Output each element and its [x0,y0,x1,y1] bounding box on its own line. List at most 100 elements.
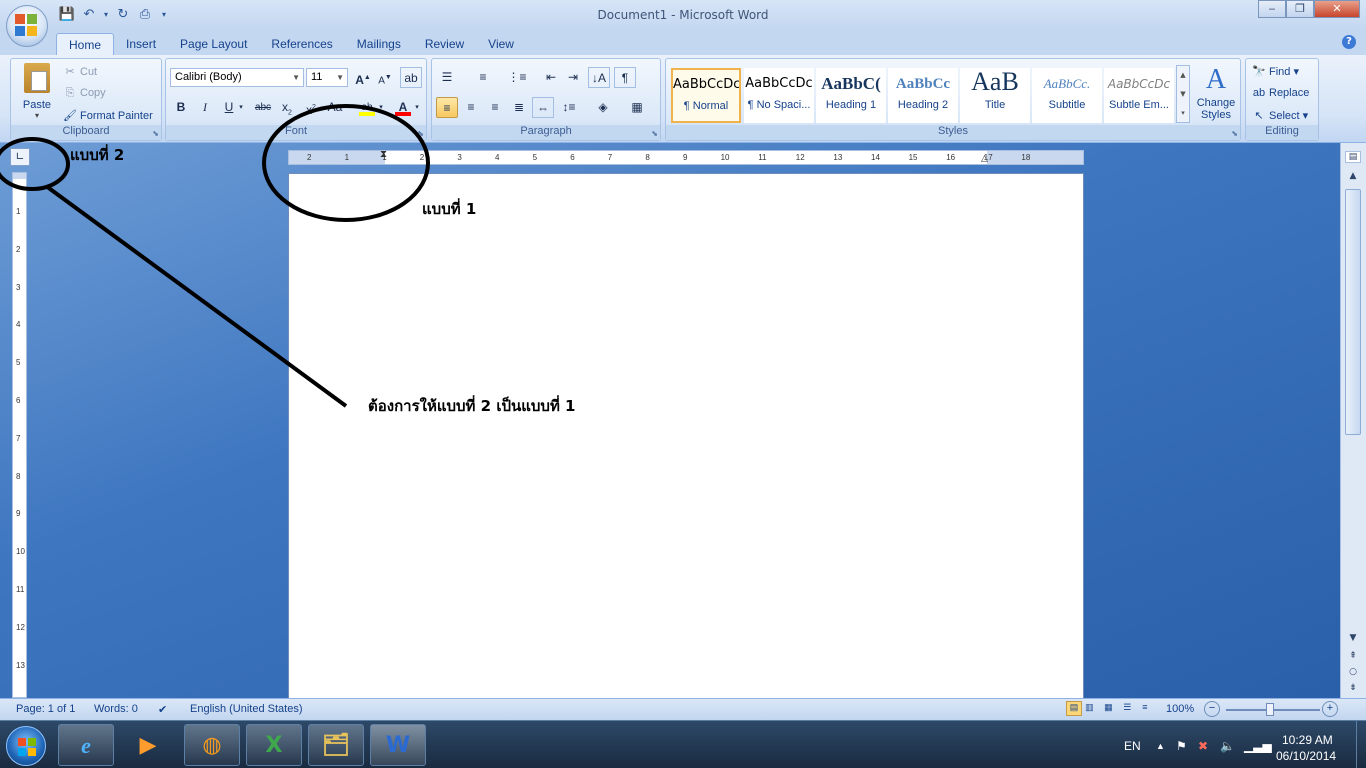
grow-font-button[interactable]: A▲ [352,67,374,88]
print-layout-icon[interactable]: ▤ [1066,701,1082,716]
align-left-button[interactable]: ≡ [436,97,458,118]
volume-icon[interactable]: 🔈 [1220,739,1235,753]
show-hidden-icons-icon[interactable]: ▲ [1156,741,1165,751]
taskbar-internet-explorer[interactable]: e [58,724,114,766]
styles-launcher-icon[interactable]: ⬊ [1231,129,1238,138]
style-no-spacing[interactable]: AaBbCcDc ¶ No Spaci... [744,68,814,123]
tab-insert[interactable]: Insert [114,33,168,55]
zoom-in-icon[interactable]: + [1322,701,1338,717]
maximize-button[interactable]: ❐ [1286,0,1314,18]
taskbar-media-player[interactable]: ▶ [120,724,176,766]
font-color-button[interactable]: A [392,97,414,118]
tab-references[interactable]: References [259,33,344,55]
previous-page-icon[interactable]: ⇞ [1345,651,1361,661]
change-styles-button[interactable]: A Change Styles [1194,63,1238,121]
clipboard-launcher-icon[interactable]: ⬊ [152,129,159,138]
start-button[interactable] [6,726,46,766]
horizontal-ruler[interactable]: 2 1 1 2 3 4 5 6 7 8 9 10 11 12 13 14 15 16 17 18 ⧗ △ [288,149,1084,165]
language-indicator[interactable]: English (United States) [190,703,303,715]
tab-mailings[interactable]: Mailings [345,33,413,55]
right-indent-marker-icon[interactable]: △ [981,154,988,164]
minimize-button[interactable]: ‒ [1258,0,1286,18]
line-spacing-button[interactable]: ↕≡ [558,97,580,118]
numbering-button[interactable]: ≡ [472,67,494,88]
cut-button[interactable]: ✂ Cut [63,65,97,78]
vertical-scrollbar[interactable]: ▤ ▲ ▼ ⇞ ○ ⇟ [1340,143,1366,698]
taskbar-word[interactable]: W [370,724,426,766]
show-hide-button[interactable]: ¶ [614,67,636,88]
replace-button[interactable]: ab Replace [1252,87,1309,99]
signal-icon[interactable]: ▁▃▅ [1244,739,1272,753]
clock-date[interactable]: 06/10/2014 [1276,749,1336,763]
paragraph-launcher-icon[interactable]: ⬊ [651,129,658,138]
word-count[interactable]: Words: 0 [94,703,138,715]
style-heading-1[interactable]: AaBbC(Heading 1 [816,68,886,123]
paste-button[interactable]: Paste ▾ [17,63,57,123]
scroll-up-icon[interactable]: ▲ [1345,171,1361,181]
vertical-ruler[interactable]: 1 2 3 4 5 6 7 8 9 10 11 12 13 [12,172,27,698]
decrease-indent-button[interactable]: ⇤ [540,67,562,88]
strikethrough-button[interactable]: abc [252,97,274,118]
subscript-button[interactable]: x2 [276,97,298,118]
network-error-icon[interactable]: ✖ [1198,739,1208,753]
clear-formatting-button[interactable]: ab [400,67,422,88]
copy-button[interactable]: ⎘ Copy [63,87,106,100]
sort-button[interactable]: ↓A [588,67,610,88]
clock-time[interactable]: 10:29 AM [1282,733,1333,747]
find-button[interactable]: 🔭 Find ▾ [1252,65,1299,78]
next-page-icon[interactable]: ⇟ [1345,683,1361,693]
superscript-button[interactable]: x2 [300,97,322,118]
format-painter-button[interactable]: 🖌 Format Painter [63,109,153,122]
taskbar-file-explorer[interactable]: 🗂 [308,724,364,766]
highlight-dropdown-icon[interactable]: ▾ [376,97,386,118]
tab-home[interactable]: Home [56,33,115,55]
style-subtle-emphasis[interactable]: AaBbCcDc Subtle Em... [1104,68,1174,123]
bullets-button[interactable]: ☰ [436,67,458,88]
browse-object-icon[interactable]: ○ [1345,667,1361,677]
underline-dropdown-icon[interactable]: ▾ [236,97,246,118]
increase-indent-button[interactable]: ⇥ [562,67,584,88]
action-center-icon[interactable]: ⚑ [1176,739,1187,753]
highlight-button[interactable]: ab [356,97,378,118]
show-desktop-button[interactable] [1356,721,1366,768]
italic-button[interactable]: I [194,97,216,118]
input-language[interactable]: EN [1124,739,1141,753]
help-icon[interactable]: ? [1342,35,1356,49]
styles-scroll[interactable]: ▲ ▼ ▾ [1176,65,1190,123]
zoom-slider-thumb[interactable] [1266,703,1274,716]
taskbar-app-orange[interactable]: ◍ [184,724,240,766]
align-center-button[interactable]: ≡ [460,97,482,118]
page-count[interactable]: Page: 1 of 1 [16,703,75,715]
align-right-button[interactable]: ≡ [484,97,506,118]
font-size-dropdown[interactable]: 11 ▼ [306,68,348,87]
borders-button[interactable]: ▦ [626,97,648,118]
taskbar-excel[interactable]: X [246,724,302,766]
font-name-dropdown[interactable]: Calibri (Body) ▼ [170,68,304,87]
tab-review[interactable]: Review [413,33,476,55]
font-color-dropdown-icon[interactable]: ▾ [412,97,422,118]
document-page[interactable]: แบบที่ 1 [288,173,1084,699]
scroll-thumb[interactable] [1345,189,1361,435]
thai-distribute-button[interactable]: ⇔ [532,97,554,118]
tab-view[interactable]: View [476,33,526,55]
web-layout-icon[interactable]: ▦ [1104,702,1120,713]
outline-icon[interactable]: ☰ [1123,702,1139,713]
shrink-font-button[interactable]: A▼ [374,67,396,88]
justify-button[interactable]: ≣ [508,97,530,118]
zoom-level[interactable]: 100% [1166,703,1194,715]
scroll-down-icon[interactable]: ▼ [1345,633,1361,643]
font-launcher-icon[interactable]: ⬊ [417,129,424,138]
change-case-button[interactable]: Aa [324,97,346,118]
close-button[interactable]: ✕ [1314,0,1360,18]
style-title[interactable]: AaB Title [960,68,1030,123]
draft-icon[interactable]: ≡ [1142,702,1158,712]
indent-marker-icon[interactable]: ⧗ [380,149,387,160]
office-button[interactable] [6,5,48,47]
multilevel-list-button[interactable]: ⋮≡ [506,67,528,88]
style-normal[interactable]: AaBbCcDc ¶ Normal [671,68,741,123]
style-heading-2[interactable]: AaBbCc Heading 2 [888,68,958,123]
bold-button[interactable]: B [170,97,192,118]
zoom-out-icon[interactable]: − [1204,701,1220,717]
tab-page-layout[interactable]: Page Layout [168,33,259,55]
style-subtitle[interactable]: AaBbCc. Subtitle [1032,68,1102,123]
